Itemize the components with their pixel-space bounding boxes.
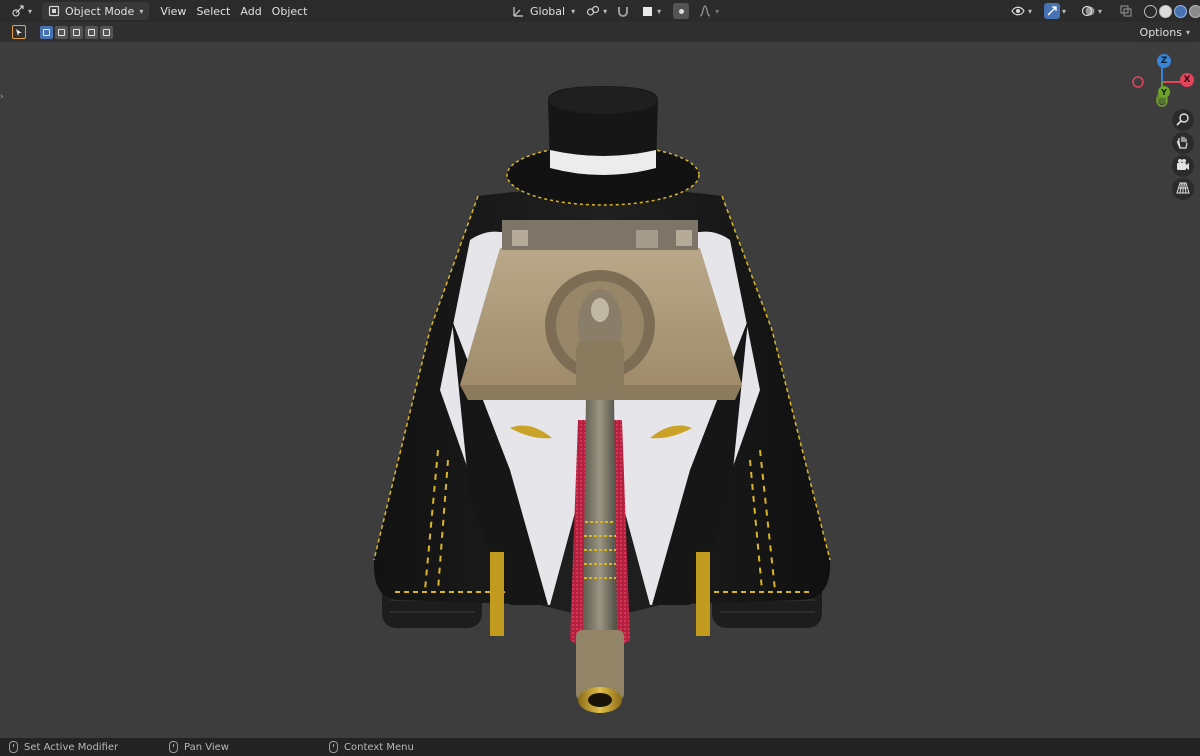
visibility-selector[interactable]: ▾	[1006, 2, 1036, 20]
gizmo-y-label: Y	[1161, 87, 1167, 97]
chevron-down-icon: ▾	[1098, 6, 1103, 16]
status-label: Context Menu	[344, 741, 414, 753]
editor-type-selector[interactable]: ▾	[6, 2, 36, 20]
snap-square-icon	[639, 3, 655, 19]
proportional-falloff-selector[interactable]: ▾	[693, 2, 723, 20]
select-invert-icon[interactable]	[85, 25, 98, 39]
pivot-point-selector[interactable]: ▾	[581, 2, 611, 20]
xray-icon	[1118, 3, 1134, 19]
3d-viewport-icon	[10, 3, 26, 19]
status-item-pan-view: Pan View	[169, 741, 229, 753]
orientation-axes-icon	[510, 3, 526, 19]
solid-shading-icon[interactable]	[1159, 4, 1173, 18]
hand-icon	[1176, 135, 1190, 152]
material-preview-icon[interactable]	[1174, 4, 1188, 18]
object-mode-icon	[46, 3, 62, 19]
gizmo-axis-y[interactable]: Y	[1158, 86, 1170, 98]
chevron-down-icon: ▾	[1028, 6, 1033, 16]
selection-mode-group	[40, 25, 115, 39]
transform-orientation-selector[interactable]: Global ▾	[506, 2, 579, 20]
options-dropdown[interactable]: Options ▾	[1133, 23, 1196, 41]
chevron-down-icon: ▾	[28, 6, 33, 16]
status-label: Pan View	[184, 741, 229, 753]
perspective-toggle-button[interactable]	[1172, 178, 1194, 200]
select-subtract-icon[interactable]	[70, 25, 83, 39]
gizmo-icon	[1044, 3, 1061, 19]
mouse-left-icon	[9, 741, 18, 753]
zoom-icon	[1176, 112, 1190, 129]
select-intersect-icon[interactable]	[100, 25, 113, 39]
eye-icon	[1010, 3, 1026, 19]
menu-object[interactable]: Object	[267, 2, 313, 20]
gizmo-toggle[interactable]: ▾	[1040, 2, 1070, 20]
shading-mode-group: ▾	[1144, 4, 1200, 18]
camera-icon	[1176, 158, 1190, 175]
gizmo-x-label: X	[1183, 75, 1191, 85]
pan-button[interactable]	[1172, 132, 1194, 154]
xray-toggle[interactable]	[1114, 2, 1138, 20]
zoom-button[interactable]	[1172, 109, 1194, 131]
mode-label: Object Mode	[65, 4, 135, 18]
options-label: Options	[1139, 25, 1182, 39]
proportional-editing-toggle[interactable]	[669, 2, 693, 20]
chevron-down-icon: ▾	[571, 6, 576, 16]
falloff-curve-icon	[697, 3, 713, 19]
viewport-header: ▾ Object Mode ▾ View Select Add Object G…	[0, 0, 1200, 22]
rendered-shading-icon[interactable]	[1189, 4, 1200, 18]
gizmo-axis-x[interactable]: X	[1180, 73, 1194, 87]
status-bar: Set Active Modifier Pan View Context Men…	[0, 738, 1200, 756]
select-extend-icon[interactable]	[55, 25, 68, 39]
menu-select[interactable]: Select	[191, 2, 235, 20]
cursor-tool-icon	[12, 25, 26, 39]
pivot-link-icon	[585, 3, 601, 19]
gizmo-axis-z[interactable]: Z	[1157, 54, 1171, 68]
tank-model-render	[373, 86, 831, 713]
gizmo-z-label: Z	[1160, 56, 1168, 66]
menu-view[interactable]: View	[155, 2, 191, 20]
chevron-down-icon: ▾	[1062, 6, 1067, 16]
status-item-set-active-modifier: Set Active Modifier	[9, 741, 118, 753]
chevron-down-icon: ▾	[1185, 27, 1190, 37]
snap-toggle[interactable]	[611, 2, 635, 20]
mode-selector[interactable]: Object Mode ▾	[42, 2, 150, 20]
mouse-right-icon	[329, 741, 338, 753]
chevron-down-icon: ▾	[603, 6, 608, 16]
3d-viewport[interactable]: › Z X Y	[0, 42, 1200, 738]
tool-settings-bar: Options ▾	[0, 22, 1200, 42]
magnet-icon	[615, 3, 631, 19]
overlays-toggle[interactable]: ▾	[1076, 2, 1106, 20]
menu-add[interactable]: Add	[235, 2, 266, 20]
grid-icon	[1176, 181, 1190, 198]
chevron-down-icon: ▾	[715, 6, 720, 16]
status-item-context-menu: Context Menu	[329, 741, 414, 753]
snap-target-selector[interactable]: ▾	[635, 2, 665, 20]
proportional-circle-icon	[673, 3, 690, 19]
active-tool-button[interactable]	[8, 23, 30, 41]
chevron-down-icon: ▾	[657, 6, 662, 16]
camera-view-button[interactable]	[1172, 155, 1194, 177]
status-label: Set Active Modifier	[24, 741, 119, 753]
wireframe-shading-icon[interactable]	[1144, 4, 1158, 18]
overlay-icon	[1080, 3, 1096, 19]
mouse-middle-icon	[169, 741, 178, 753]
transform-orientation-label: Global	[530, 4, 566, 18]
select-new-icon[interactable]	[40, 25, 53, 39]
chevron-down-icon: ▾	[139, 6, 144, 16]
